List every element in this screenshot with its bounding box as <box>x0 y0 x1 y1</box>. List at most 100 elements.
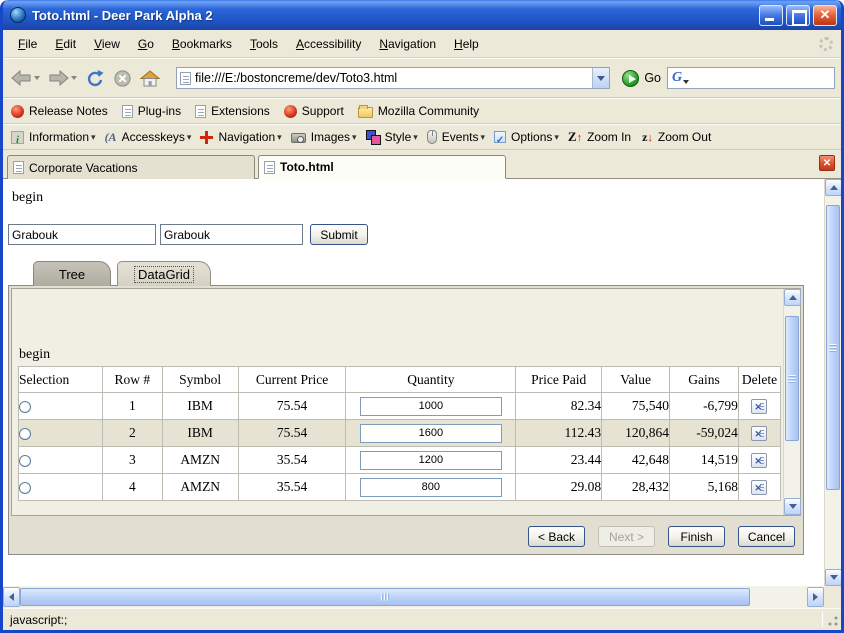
row-radio-button[interactable] <box>19 428 31 440</box>
submit-button[interactable]: Submit <box>310 224 368 245</box>
bookmark-item[interactable]: Mozilla Community <box>358 104 479 118</box>
menu-item[interactable]: Tools <box>241 34 287 54</box>
toolbar-menu-item[interactable]: Zoom In <box>568 130 633 144</box>
search-box[interactable]: G <box>667 67 835 89</box>
forward-button[interactable] <box>46 68 79 88</box>
row-radio-button[interactable] <box>19 401 31 413</box>
bookmark-label: Release Notes <box>29 104 108 118</box>
delete-row-icon[interactable] <box>751 426 767 441</box>
finish-button[interactable]: Finish <box>668 526 725 547</box>
next-wizard-button[interactable]: Next > <box>598 526 655 547</box>
main-vertical-scrollbar[interactable] <box>824 179 841 586</box>
menu-item[interactable]: File <box>9 34 46 54</box>
cell-row-number: 3 <box>102 447 162 474</box>
row-radio-button[interactable] <box>19 455 31 467</box>
tab-close-button[interactable]: ✕ <box>819 155 835 171</box>
col-row-number: Row # <box>102 367 162 393</box>
google-icon[interactable]: G <box>668 70 683 86</box>
menu-item[interactable]: Edit <box>46 34 85 54</box>
forward-dropdown-icon[interactable] <box>71 76 77 80</box>
back-dropdown-icon[interactable] <box>34 76 40 80</box>
cell-delete <box>738 447 780 474</box>
bookmark-item[interactable]: Release Notes <box>11 104 108 118</box>
url-bar[interactable] <box>176 67 610 89</box>
menu-item[interactable]: Help <box>445 34 488 54</box>
hscroll-track[interactable] <box>20 586 807 608</box>
row-radio-button[interactable] <box>19 482 31 494</box>
scroll-down-icon[interactable] <box>825 569 842 586</box>
cell-quantity <box>346 420 516 447</box>
cell-quantity <box>346 447 516 474</box>
widget-tab[interactable]: Tree <box>33 261 111 286</box>
cancel-wizard-button[interactable]: Cancel <box>738 526 795 547</box>
hscroll-thumb[interactable] <box>20 588 750 606</box>
browser-tab[interactable]: Toto.html <box>258 155 506 179</box>
back-button[interactable] <box>9 68 42 88</box>
bookmark-item[interactable]: Plug-ins <box>122 104 181 118</box>
menu-item[interactable]: Go <box>129 34 163 54</box>
bookmark-item[interactable]: Support <box>284 104 344 118</box>
close-button[interactable] <box>813 5 837 26</box>
menu-item[interactable]: View <box>85 34 129 54</box>
scroll-right-icon[interactable] <box>807 587 824 607</box>
url-dropdown-icon[interactable] <box>592 68 609 88</box>
toolbar-menu-item[interactable]: Style ▾ <box>366 130 418 144</box>
toolbar-menu-item[interactable]: Zoom Out <box>642 130 713 144</box>
resize-grip[interactable] <box>826 615 839 628</box>
cell-price-paid: 29.08 <box>516 474 602 501</box>
panel-scroll-track[interactable] <box>784 306 800 498</box>
menu-item[interactable]: Bookmarks <box>163 34 241 54</box>
toolbar-menu-item[interactable]: Images ▾ <box>291 130 357 144</box>
panel-scrollbar[interactable] <box>783 289 800 515</box>
minimize-button[interactable] <box>759 5 783 26</box>
scroll-left-icon[interactable] <box>3 587 20 607</box>
delete-row-icon[interactable] <box>751 480 767 495</box>
home-button[interactable] <box>138 68 162 89</box>
cell-quantity <box>346 474 516 501</box>
cell-current-price: 35.54 <box>238 474 346 501</box>
menu-item[interactable]: Accessibility <box>287 34 370 54</box>
cell-delete <box>738 474 780 501</box>
toolbar-menu-item[interactable]: Navigation ▾ <box>200 130 281 144</box>
bookmark-icon <box>195 105 206 118</box>
back-wizard-button[interactable]: < Back <box>528 526 585 547</box>
quantity-input[interactable] <box>360 451 502 470</box>
menu-item[interactable]: Navigation <box>370 34 445 54</box>
panel-scroll-down-icon[interactable] <box>784 498 801 515</box>
toolbar-item-icon <box>200 131 213 144</box>
cell-row-number: 2 <box>102 420 162 447</box>
panel-scroll-thumb[interactable] <box>785 316 799 441</box>
quantity-input[interactable] <box>360 478 502 497</box>
search-input[interactable] <box>692 69 844 87</box>
delete-row-icon[interactable] <box>751 399 767 414</box>
toolbar-item-icon <box>642 130 653 144</box>
quantity-input[interactable] <box>360 424 502 443</box>
widget-tab[interactable]: DataGrid <box>117 261 211 286</box>
browser-tab[interactable]: Corporate Vacations <box>7 155 255 179</box>
maximize-button[interactable] <box>786 5 810 26</box>
main-horizontal-scrollbar[interactable] <box>3 586 824 608</box>
url-input[interactable] <box>191 70 592 86</box>
toolbar-menu-item[interactable]: Information ▾ <box>11 130 96 144</box>
name-field-2[interactable] <box>160 224 303 245</box>
scroll-track[interactable] <box>825 196 841 569</box>
menu-bar: FileEditViewGoBookmarksToolsAccessibilit… <box>3 30 841 58</box>
stop-button[interactable] <box>111 67 134 90</box>
back-icon <box>11 70 32 86</box>
search-engine-dropdown-icon[interactable] <box>683 80 689 84</box>
cell-symbol: AMZN <box>162 474 238 501</box>
cell-price-paid: 23.44 <box>516 447 602 474</box>
toolbar-item-icon <box>494 131 506 143</box>
panel-scroll-up-icon[interactable] <box>784 289 801 306</box>
scroll-thumb[interactable] <box>826 205 840 490</box>
quantity-input[interactable] <box>360 397 502 416</box>
toolbar-menu-item[interactable]: Options ▾ <box>494 130 559 144</box>
reload-button[interactable] <box>83 67 107 90</box>
scroll-up-icon[interactable] <box>825 179 842 196</box>
delete-row-icon[interactable] <box>751 453 767 468</box>
toolbar-menu-item[interactable]: Accesskeys ▾ <box>105 130 192 144</box>
go-button[interactable]: Go <box>622 70 661 87</box>
toolbar-menu-item[interactable]: Events ▾ <box>427 130 485 144</box>
name-field-1[interactable] <box>8 224 156 245</box>
bookmark-item[interactable]: Extensions <box>195 104 270 118</box>
